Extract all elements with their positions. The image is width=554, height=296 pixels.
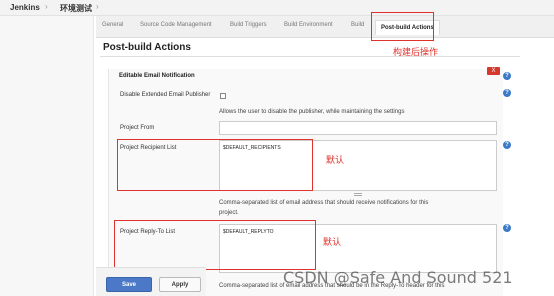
help-icon[interactable]: ? [503,72,511,80]
apply-button[interactable]: Apply [159,277,201,292]
panel-title: Editable Email Notification [119,73,195,79]
tab-build-triggers[interactable]: Build Triggers [230,22,267,28]
tab-source-code-management[interactable]: Source Code Management [140,22,212,28]
disable-publisher-label: Disable Extended Email Publisher [120,92,211,98]
watermark-text: CSDN @Safe And Sound 521 [283,268,513,287]
breadcrumb-jenkins[interactable]: Jenkins [10,3,40,12]
tab-general[interactable]: General [102,22,123,28]
side-panel [0,16,94,296]
recipient-list-description: Comma-separated list of email address th… [219,200,429,206]
annotation-box-reply-to [114,220,316,270]
section-title: Post-build Actions [103,42,191,53]
breadcrumb: Jenkins › 环境测试 › [0,0,554,16]
delete-step-button[interactable]: X [487,67,500,75]
resize-grip-icon[interactable] [354,193,362,196]
annotation-box-recipient [117,139,313,191]
project-from-label: Project From [120,125,155,131]
disable-publisher-checkbox[interactable] [220,93,226,99]
annotation-replyto-note: 默认 [323,237,342,247]
annotation-box-tab [371,12,434,41]
section-divider [100,56,520,57]
annotation-recipient-note: 默认 [326,155,345,165]
help-icon[interactable]: ? [503,224,511,232]
config-tabs: General Source Code Management Build Tri… [96,16,554,38]
disable-publisher-description: Allows the user to disable the publisher… [219,109,405,115]
tab-build[interactable]: Build [351,22,364,28]
help-icon[interactable]: ? [503,89,511,97]
project-from-input[interactable] [219,121,497,135]
recipient-list-description-cont: project. [219,210,239,216]
breadcrumb-separator: › [45,2,48,11]
save-button[interactable]: Save [106,277,152,292]
help-icon[interactable]: ? [503,141,511,149]
breadcrumb-separator: › [96,2,99,11]
tab-build-environment[interactable]: Build Environment [284,22,333,28]
breadcrumb-project[interactable]: 环境测试 [60,3,92,14]
jenkins-config-page: Jenkins › 环境测试 › General Source Code Man… [0,0,554,296]
